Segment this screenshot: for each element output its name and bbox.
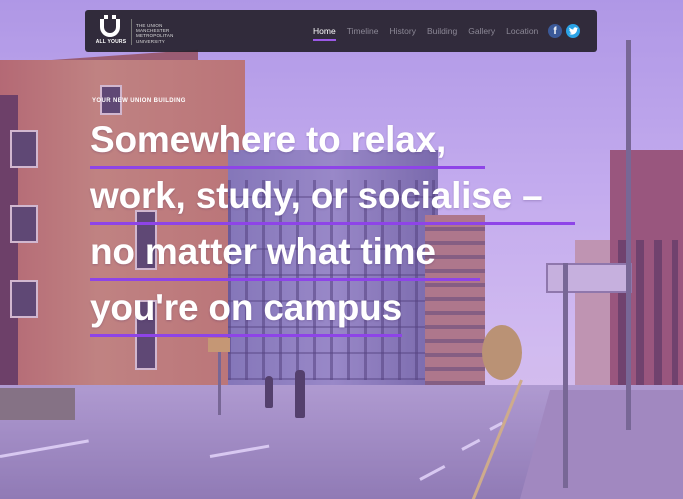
nav-link-history[interactable]: History xyxy=(390,26,416,36)
logo-divider xyxy=(131,19,132,45)
headline-line: no matter what time xyxy=(90,231,436,272)
logo-text: ALL YOURS xyxy=(95,39,127,45)
nav-link-timeline[interactable]: Timeline xyxy=(347,26,379,36)
university-name: THE UNION MANCHESTER METROPOLITAN UNIVER… xyxy=(136,23,174,44)
twitter-icon[interactable] xyxy=(566,24,580,38)
hero-eyebrow: YOUR NEW UNION BUILDING xyxy=(92,98,186,104)
headline-line: you're on campus xyxy=(90,287,402,328)
headline-underline xyxy=(90,334,402,337)
nav-link-building[interactable]: Building xyxy=(427,26,457,36)
union-logo-mark-icon xyxy=(100,19,120,37)
headline-underline xyxy=(90,166,485,169)
nav-link-home[interactable]: Home xyxy=(313,26,336,41)
headline-underline xyxy=(90,278,480,281)
headline-underline xyxy=(90,222,575,225)
nav-link-gallery[interactable]: Gallery xyxy=(468,26,495,36)
top-navigation-bar: ALL YOURS THE UNION MANCHESTER METROPOLI… xyxy=(85,10,597,52)
union-logo[interactable]: ALL YOURS xyxy=(95,15,127,47)
nav-links: Home Timeline History Building Gallery L… xyxy=(313,10,549,52)
headline-line: work, study, or socialise – xyxy=(90,175,543,216)
headline-line: Somewhere to relax, xyxy=(90,119,447,160)
facebook-icon[interactable]: f xyxy=(548,24,562,38)
nav-link-location[interactable]: Location xyxy=(506,26,538,36)
